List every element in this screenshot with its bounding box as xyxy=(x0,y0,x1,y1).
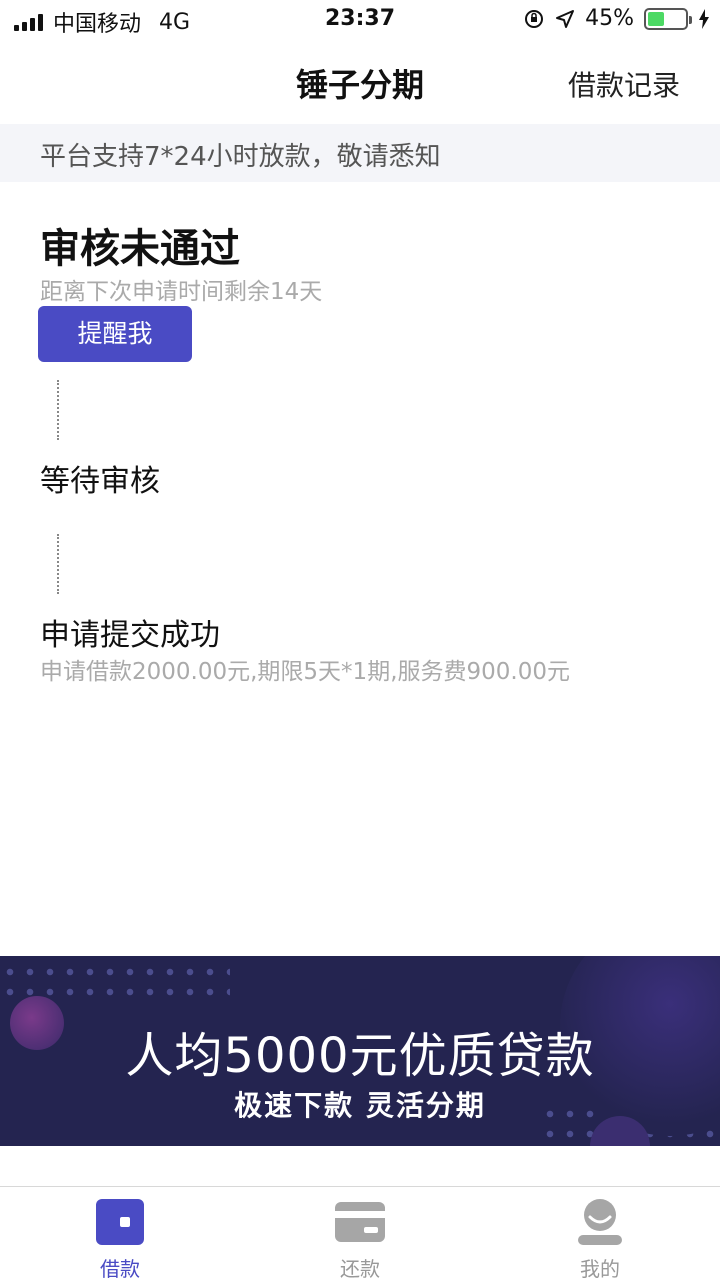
battery-percent: 45% xyxy=(585,6,634,31)
location-icon xyxy=(556,9,575,28)
charging-icon xyxy=(699,8,709,29)
status-bar: 中国移动 4G 23:37 45% xyxy=(0,0,720,40)
tab-repay[interactable]: 还款 xyxy=(300,1197,420,1280)
orientation-lock-icon xyxy=(525,9,544,28)
battery-icon xyxy=(644,7,692,30)
status-right: 45% xyxy=(523,6,710,31)
loan-records-link[interactable]: 借款记录 xyxy=(568,64,680,104)
pending-review-title: 等待审核 xyxy=(40,464,160,499)
user-icon xyxy=(574,1197,626,1247)
card-icon xyxy=(334,1197,386,1247)
next-apply-countdown: 距离下次申请时间剩余14天 xyxy=(40,279,323,305)
promo-banner[interactable]: 人均5000元优质贷款 极速下款 灵活分期 xyxy=(0,956,720,1146)
notice-bar: 平台支持7*24小时放款，敬请悉知 xyxy=(0,124,720,182)
tab-label: 还款 xyxy=(340,1257,380,1280)
tab-label: 借款 xyxy=(100,1257,140,1280)
timeline-connector xyxy=(57,380,59,440)
loan-details: 申请借款2000.00元,期限5天*1期,服务费900.00元 xyxy=(40,659,570,685)
wallet-icon xyxy=(94,1197,146,1247)
banner-title: 人均5000元优质贷款 xyxy=(125,1028,595,1084)
tab-loan[interactable]: 借款 xyxy=(60,1197,180,1280)
timeline-connector xyxy=(57,534,59,594)
remind-me-button[interactable]: 提醒我 xyxy=(38,306,192,362)
tab-label: 我的 xyxy=(580,1257,620,1280)
apply-submitted-title: 申请提交成功 xyxy=(40,618,220,653)
banner-subtitle: 极速下款 灵活分期 xyxy=(234,1089,486,1122)
tab-bar: 借款 还款 我的 xyxy=(0,1186,720,1280)
review-failed-title: 审核未通过 xyxy=(40,226,240,272)
tab-mine[interactable]: 我的 xyxy=(540,1197,660,1280)
nav-bar: 锤子分期 借款记录 xyxy=(0,40,720,124)
notice-text: 平台支持7*24小时放款，敬请悉知 xyxy=(40,142,441,172)
